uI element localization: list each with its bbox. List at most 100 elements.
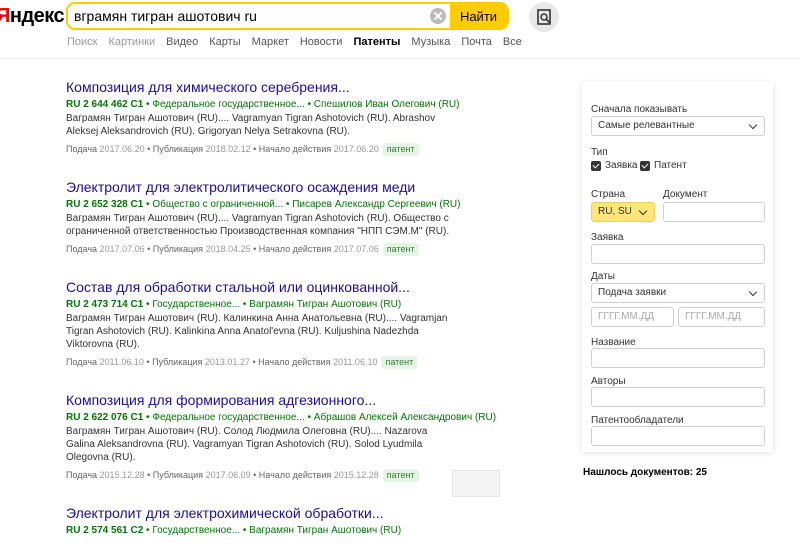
result-title[interactable]: Состав для обработки стальной или оцинко… (66, 278, 456, 296)
application-label: Заявка (591, 232, 624, 243)
result-authors: Ваграмян Тигран Ашотович (RU). Калинкина… (66, 313, 448, 350)
filed-label: Подача (66, 244, 98, 254)
tab-0[interactable]: Поиск (67, 36, 97, 48)
tab-9[interactable]: Все (503, 36, 522, 48)
service-tabs: Поиск Картинки Видео Карты Маркет Новости Пате… (67, 36, 533, 48)
pub-date: 2018.02.12 (205, 144, 251, 154)
tab-1[interactable]: Картинки (108, 36, 155, 48)
tab-7[interactable]: Музыка (411, 36, 450, 48)
result-title[interactable]: Электролит для электролитического осажде… (66, 178, 456, 196)
patent-number[interactable]: RU 2 644 462 C1 (66, 99, 143, 110)
country-select[interactable]: RU, SU (591, 202, 655, 222)
result-authors: Ваграмян Тигран Ашотович (RU).... Vagram… (66, 113, 436, 137)
patent-badge: патент (382, 243, 419, 256)
authors-input[interactable] (591, 387, 765, 407)
result-meta: RU 2 644 462 C1 • Федеральное государств… (66, 98, 460, 111)
result-meta: RU 2 622 076 C1 • Федеральное государств… (66, 411, 496, 424)
filed-label: Подача (66, 357, 98, 367)
patent-number[interactable]: RU 2 574 561 C2 (66, 525, 143, 536)
result-item: Композиция для формирования адгезионного… (66, 391, 496, 482)
image-search-button[interactable] (529, 2, 559, 32)
filter-panel: Сначала показывать Самые релевантные Тип… (582, 82, 773, 452)
application-checkbox[interactable] (591, 161, 601, 171)
result-title[interactable]: Электролит для электрохимической обработ… (66, 504, 456, 522)
results-count: Нашлось документов: 25 (583, 467, 707, 478)
filed-date: 2011.06.10 (99, 357, 144, 367)
start-date: 2017.07.06 (333, 244, 379, 254)
pub-label: Публикация (152, 244, 204, 254)
results-list: Композиция для химического серебрения...… (66, 78, 496, 559)
pub-label: Публикация (152, 144, 204, 154)
country-value: RU, SU (598, 206, 632, 217)
search-bar: Найти (66, 2, 509, 30)
dates-label: Даты (591, 271, 615, 282)
tab-3[interactable]: Карты (209, 36, 240, 48)
name-label: Название (591, 337, 636, 348)
result-dates: Подача 2011.06.10 • Публикация 2013.01.2… (66, 356, 456, 369)
divider (0, 58, 800, 59)
patent-number[interactable]: RU 2 652 328 C1 (66, 199, 143, 210)
start-label: Начало действия (258, 470, 332, 480)
filed-date: 2017.07.06 (99, 244, 145, 254)
tab-4[interactable]: Маркет (252, 36, 289, 48)
sort-select[interactable]: Самые релевантные (591, 116, 765, 136)
patent-badge: патент (382, 143, 419, 156)
result-owners: • Государственное... • Ваграмян Тигран А… (143, 525, 402, 536)
filed-date: 2017.06.20 (99, 144, 145, 154)
patent-badge: патент (382, 469, 419, 482)
image-search-icon (537, 9, 551, 25)
clear-icon[interactable] (430, 8, 446, 24)
tab-8[interactable]: Почта (461, 36, 492, 48)
yandex-logo[interactable]: Яндекс (0, 5, 65, 28)
result-dates: Подача 2017.06.20 • Публикация 2018.02.1… (66, 143, 456, 156)
tab-5[interactable]: Новости (300, 36, 343, 48)
type-label: Тип (591, 147, 608, 158)
country-label: Страна (591, 189, 626, 200)
result-owners: • Общество с ограниченной... • Писарев А… (143, 199, 461, 210)
result-meta: RU 2 652 328 C1 • Общество с ограниченно… (66, 198, 460, 211)
patent-badge: патент (381, 356, 418, 369)
result-thumbnail[interactable] (452, 470, 500, 497)
result-title[interactable]: Композиция для формирования адгезионного… (66, 391, 456, 409)
start-label: Начало действия (258, 357, 331, 367)
result-title[interactable]: Композиция для химического серебрения... (66, 78, 456, 96)
dates-select[interactable]: Подача заявки (591, 283, 765, 303)
application-input[interactable] (591, 244, 765, 264)
patent-checkbox[interactable] (640, 161, 650, 171)
search-input[interactable] (74, 6, 424, 26)
sort-value: Самые релевантные (598, 120, 695, 131)
result-item: Электролит для электролитического осажде… (66, 178, 460, 256)
pub-date: 2017.06.09 (205, 470, 251, 480)
result-meta: RU 2 574 561 C2 • Государственное... • В… (66, 524, 456, 537)
start-date: 2017.06.20 (333, 144, 379, 154)
patent-number[interactable]: RU 2 622 076 C1 (66, 412, 143, 423)
pub-label: Публикация (152, 470, 204, 480)
result-dates: Подача 2015.12.28 • Публикация 2017.06.0… (66, 469, 456, 482)
application-checkbox-label: Заявка (605, 160, 638, 171)
document-input[interactable] (663, 202, 765, 222)
date-from-input[interactable]: ГГГГ.ММ.ДД (591, 307, 674, 327)
date-to-placeholder: ГГГГ.ММ.ДД (685, 311, 742, 322)
result-item: Композиция для химического серебрения...… (66, 78, 460, 156)
start-date: 2011.06.10 (333, 357, 378, 367)
tab-2[interactable]: Видео (166, 36, 198, 48)
result-authors: Ваграмян Тигран Ашотович (RU). Солод Люд… (66, 426, 428, 463)
search-button[interactable]: Найти (450, 4, 507, 28)
result-item: Электролит для электрохимической обработ… (66, 504, 456, 537)
patent-number[interactable]: RU 2 473 714 C1 (66, 299, 143, 310)
holders-input[interactable] (591, 426, 765, 446)
date-to-input[interactable]: ГГГГ.ММ.ДД (678, 307, 765, 327)
filed-label: Подача (66, 144, 98, 154)
filed-label: Подача (66, 470, 98, 480)
result-dates: Подача 2017.07.06 • Публикация 2018.04.2… (66, 243, 456, 256)
name-input[interactable] (591, 348, 765, 368)
dates-value: Подача заявки (598, 287, 667, 298)
result-authors: Ваграмян Тигран Ашотович (RU).... Vagram… (66, 213, 450, 237)
start-label: Начало действия (258, 244, 332, 254)
sort-label: Сначала показывать (591, 104, 688, 115)
tab-6[interactable]: Патенты (353, 36, 400, 48)
start-date: 2015.12.28 (333, 470, 379, 480)
holders-label: Патентообладатели (591, 415, 684, 426)
document-label: Документ (663, 189, 708, 200)
patent-checkbox-label: Патент (654, 160, 687, 171)
